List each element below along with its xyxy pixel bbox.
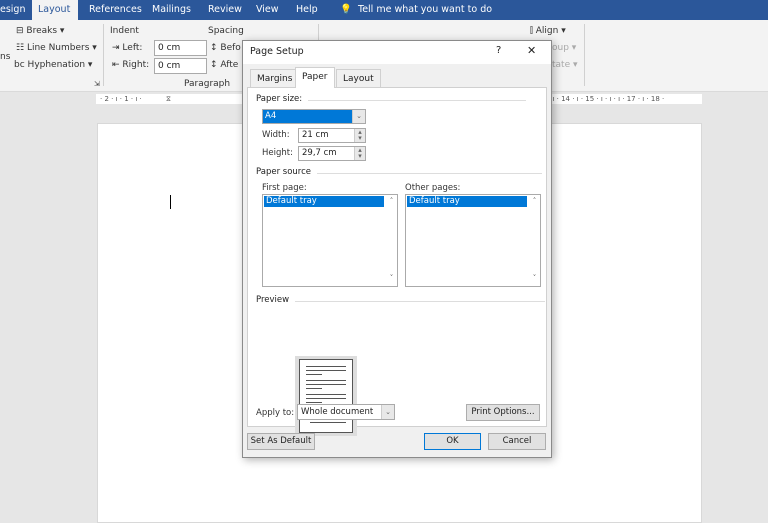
tab-margins[interactable]: Margins [250,69,300,87]
tab-mailings[interactable]: Mailings [146,0,197,20]
indent-left-label: ⇥ Left: [112,43,143,53]
tell-me-search[interactable]: Tell me what you want to do [352,0,498,20]
paper-tab-panel: Paper size: A4 ⌄ Width: 21 cm ▴ ▾ Height:… [247,87,547,436]
first-page-list[interactable]: Default tray ˄ ˅ [262,194,398,287]
breaks-icon: ⊟ [16,26,24,36]
divider [103,24,104,86]
indent-right-icon: ⇤ [112,60,120,70]
paper-source-label: Paper source [256,167,543,177]
indent-left-input[interactable]: 0 cm [154,40,207,56]
ok-button[interactable]: OK [424,433,481,450]
indent-marker-icon[interactable]: ⧖ [166,94,171,104]
dialog-title: Page Setup [250,46,304,57]
other-pages-list[interactable]: Default tray ˄ ˅ [405,194,541,287]
hyphenation-button[interactable]: bc Hyphenation ▾ [14,60,92,70]
line-numbers-button[interactable]: ☷ Line Numbers ▾ [16,43,97,53]
spacing-after-label: ↕ Afte [210,60,239,70]
dialog-title-bar: Page Setup ? ✕ [243,41,551,64]
paper-size-select[interactable]: A4 ⌄ [262,109,366,124]
page-preview [295,356,357,436]
tab-review[interactable]: Review [202,0,248,20]
set-as-default-button[interactable]: Set As Default [247,433,315,450]
indent-left-icon: ⇥ [112,43,120,53]
line-numbers-icon: ☷ [16,43,25,53]
preview-page-icon [299,359,353,433]
tab-references[interactable]: References [83,0,148,20]
spacing-before-label: ↕ Befo [210,43,241,53]
tab-layout[interactable]: Layout [32,0,78,20]
dialog-launcher-icon[interactable]: ⇲ [94,80,100,88]
height-spinner[interactable]: ▴ ▾ [354,147,365,160]
list-item[interactable]: Default tray [264,196,384,207]
spacing-label: Spacing [208,26,244,36]
tab-paper[interactable]: Paper [295,67,335,88]
indent-right-label: ⇤ Right: [112,60,150,70]
paper-size-label: Paper size: [256,94,527,104]
chevron-down-icon[interactable]: ⌄ [352,110,365,123]
cancel-button[interactable]: Cancel [488,433,546,450]
columns-label[interactable]: ns [0,52,10,62]
height-label: Height: [262,148,293,158]
text-cursor [170,195,171,209]
help-button[interactable]: ? [496,45,501,56]
align-icon: ⫿ [530,26,533,36]
apply-to-select[interactable]: Whole document ⌄ [297,404,395,420]
ribbon-tab-bar: esign Layout References Mailings Review … [0,0,768,20]
indent-right-input[interactable]: 0 cm [154,58,207,74]
scrollbar[interactable]: ˄ ˅ [386,195,397,286]
preview-label: Preview [256,295,546,305]
breaks-button[interactable]: ⊟ Breaks ▾ [16,26,64,36]
chevron-down-icon[interactable]: ⌄ [381,405,394,419]
hyphenation-icon: bc [14,60,25,70]
tab-view[interactable]: View [250,0,285,20]
apply-to-label: Apply to: [256,408,295,418]
close-button[interactable]: ✕ [527,44,536,57]
print-options-button[interactable]: Print Options... [466,404,540,421]
paragraph-group-label: Paragraph [184,79,231,89]
tab-help[interactable]: Help [290,0,324,20]
tab-layout[interactable]: Layout [336,69,381,87]
width-label: Width: [262,130,290,140]
align-button[interactable]: ⫿ Align ▾ [530,26,566,36]
rotate-button[interactable]: tate ▾ [552,60,578,70]
group-button[interactable]: oup ▾ [552,43,576,53]
tab-design[interactable]: esign [0,0,32,20]
list-item[interactable]: Default tray [407,196,527,207]
divider [584,24,585,86]
other-pages-label: Other pages: [405,183,461,193]
scrollbar[interactable]: ˄ ˅ [529,195,540,286]
first-page-label: First page: [262,183,307,193]
width-spinner[interactable]: ▴ ▾ [354,129,365,142]
indent-label: Indent [110,26,139,36]
page-setup-dialog: Page Setup ? ✕ Margins Paper Layout Pape… [242,40,552,458]
